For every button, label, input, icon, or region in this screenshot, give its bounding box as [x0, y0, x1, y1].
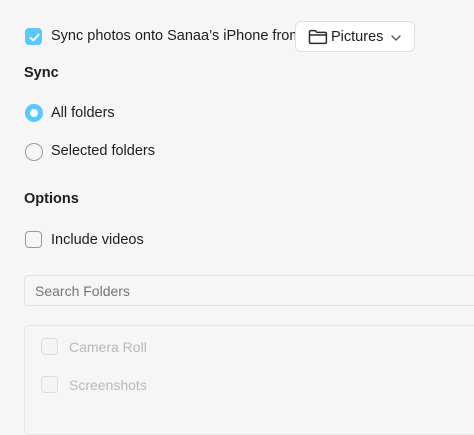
include-videos-label: Include videos [51, 232, 144, 248]
all-folders-label: All folders [51, 105, 115, 121]
list-item[interactable]: Screenshots [25, 374, 465, 400]
checkmark-icon [29, 33, 40, 42]
include-videos-checkbox[interactable] [25, 231, 42, 248]
folder-list: Camera Roll Screenshots [24, 325, 474, 435]
sync-photos-checkbox[interactable] [25, 28, 42, 45]
list-item[interactable]: Camera Roll [25, 336, 465, 362]
folder-label: Screenshots [69, 377, 147, 393]
folder-label: Camera Roll [69, 339, 147, 355]
source-folder-dropdown[interactable]: Pictures [295, 21, 415, 52]
selected-folders-label: Selected folders [51, 143, 155, 159]
sync-heading: Sync [24, 65, 59, 81]
sync-photos-label: Sync photos onto Sanaa’s iPhone from: [51, 28, 306, 44]
selected-folders-radio[interactable] [25, 143, 43, 161]
folder-checkbox[interactable] [41, 376, 58, 393]
options-heading: Options [24, 191, 79, 207]
folder-icon [308, 29, 328, 45]
source-folder-value: Pictures [331, 29, 384, 45]
all-folders-radio[interactable] [25, 104, 43, 122]
search-folders-input[interactable] [24, 275, 474, 306]
chevron-down-icon [391, 35, 401, 41]
folder-checkbox[interactable] [41, 338, 58, 355]
